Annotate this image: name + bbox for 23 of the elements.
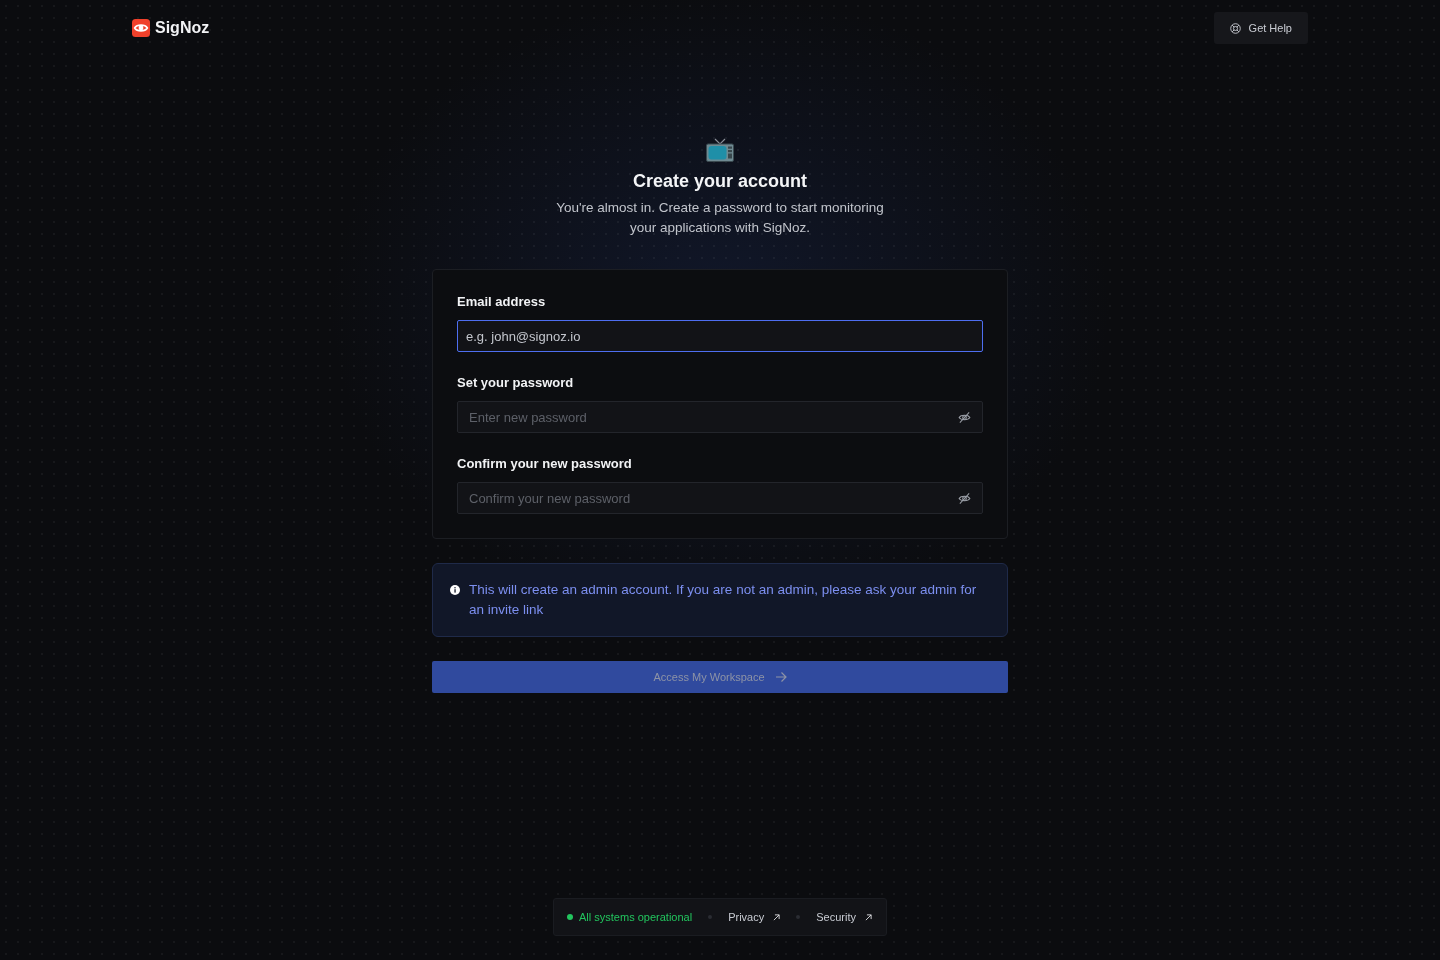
status-text: All systems operational	[579, 911, 693, 923]
external-link-icon	[773, 913, 781, 921]
info-message: This will create an admin account. If you are not an admin, please ask your admin for an invite link	[469, 581, 978, 619]
password-field[interactable]: Confirm your new password	[457, 482, 983, 514]
help-button[interactable]: Get Help	[1213, 12, 1308, 44]
footer-link[interactable]: Security	[816, 911, 872, 923]
field-label: Email address	[457, 293, 547, 311]
brand-name: SigNoz	[155, 19, 210, 37]
lifebuoy-icon	[1229, 22, 1241, 34]
page-title: Create your account	[632, 170, 808, 192]
logo-icon	[132, 19, 150, 37]
info-icon	[450, 585, 460, 595]
eye-off-icon[interactable]	[958, 410, 971, 424]
field-label: Set your password	[457, 374, 575, 392]
page-subtitle: You're almost in. Create a password to start monitoring your applications with SigNoz.	[555, 199, 885, 237]
arrow-right-icon	[774, 671, 787, 683]
eye-off-icon[interactable]	[958, 491, 971, 505]
email-field[interactable]: e.g. john@signoz.io	[457, 320, 983, 352]
tv-icon	[706, 138, 734, 162]
footer-link[interactable]: Privacy	[728, 911, 781, 923]
field-label: Confirm your new password	[457, 455, 633, 473]
password-field[interactable]: Enter new password	[457, 401, 983, 433]
external-link-icon	[864, 913, 872, 921]
